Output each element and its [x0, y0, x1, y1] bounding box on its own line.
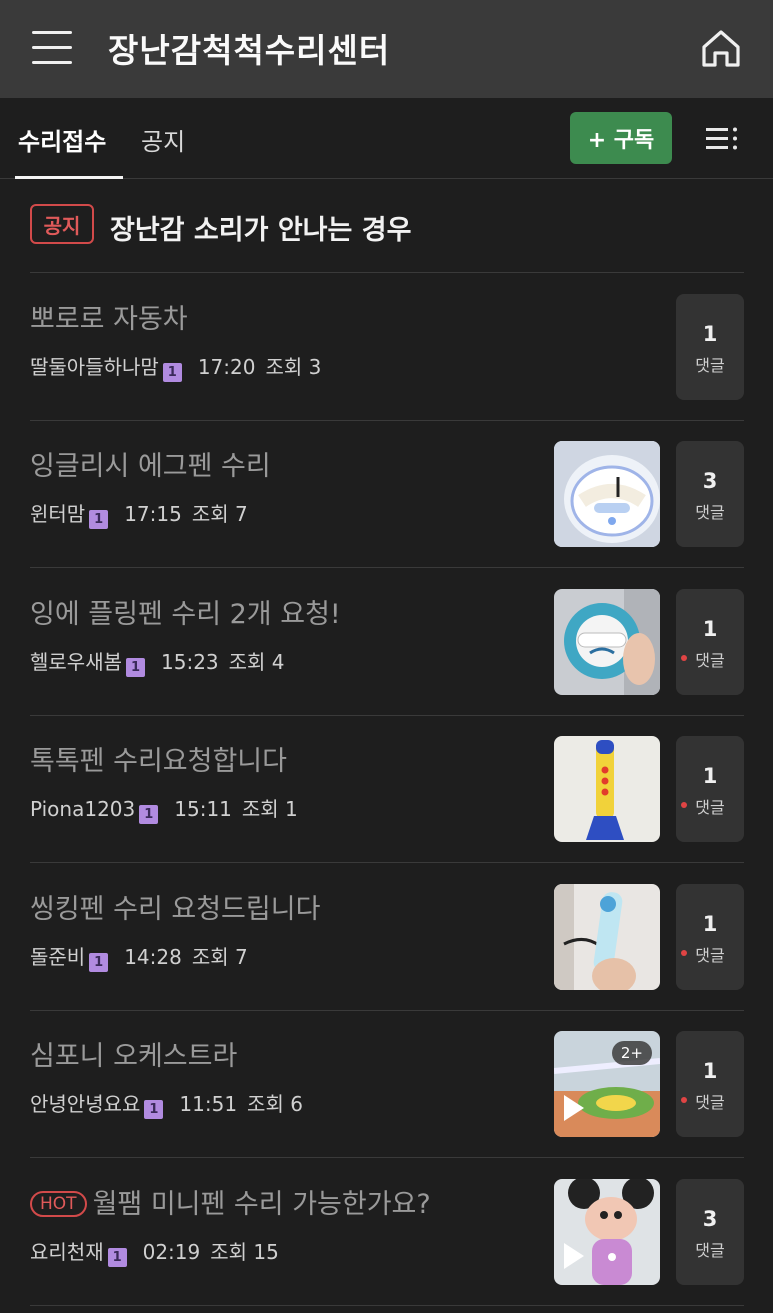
- level-badge: 1: [139, 805, 159, 824]
- comment-count-box[interactable]: 1 댓글: [676, 589, 744, 695]
- post-thumbnail[interactable]: [554, 589, 660, 695]
- more-images-badge: 2+: [611, 1041, 652, 1065]
- level-badge: 1: [89, 510, 109, 529]
- post-thumbnail[interactable]: [554, 1179, 660, 1285]
- notice-badge: 공지: [30, 204, 94, 244]
- post-row[interactable]: 뽀로로 자동차 딸둘아들하나맘 1 17:20 조회 3 1 댓글: [30, 273, 744, 421]
- post-meta: 돌준비 1 14:28 조회 7: [30, 941, 248, 972]
- comment-label: 댓글: [695, 356, 725, 375]
- post-title: HOT 월팸 미니펜 수리 가능한가요?: [30, 1182, 431, 1221]
- active-tab-indicator: [15, 176, 123, 179]
- author-name: 안녕안녕요요: [30, 1092, 141, 1116]
- post-time: 15:23: [161, 650, 219, 674]
- view-count: 조회 6: [247, 1092, 303, 1116]
- author-name: 요리천재: [30, 1240, 104, 1264]
- post-time: 17:15: [124, 502, 182, 526]
- post-meta: 윈터맘 1 17:15 조회 7: [30, 498, 248, 529]
- level-badge: 1: [89, 953, 109, 972]
- post-thumbnail[interactable]: 2+: [554, 1031, 660, 1137]
- post-title: 톡톡펜 수리요청합니다: [30, 746, 287, 777]
- post-title: 씽킹펜 수리 요청드립니다: [30, 894, 321, 925]
- comment-count-box[interactable]: 3 댓글: [676, 441, 744, 547]
- tab-repair-request[interactable]: 수리접수: [18, 122, 106, 157]
- post-thumbnail[interactable]: [554, 736, 660, 842]
- post-row[interactable]: 심포니 오케스트라 안녕안녕요요 1 11:51 조회 6 2+ 1 댓글: [30, 1010, 744, 1158]
- author-name: 윈터맘: [30, 502, 86, 526]
- view-count: 조회 1: [241, 797, 298, 821]
- post-time: 14:28: [124, 945, 182, 969]
- post-row[interactable]: 톡톡펜 수리요청합니다 Piona1203 1 15:11 조회 1 1 댓글: [30, 715, 744, 863]
- comment-count-box[interactable]: 1 댓글: [676, 1031, 744, 1137]
- post-meta: 딸둘아들하나맘 1 17:20 조회 3: [30, 351, 321, 382]
- post-row[interactable]: 잉에 플링펜 수리 2개 요청! 헬로우새봄 1 15:23 조회 4 1 댓글: [30, 568, 744, 716]
- comment-count-box[interactable]: 3 댓글: [676, 1179, 744, 1285]
- menu-icon[interactable]: [32, 31, 72, 65]
- author-name: Piona1203: [30, 797, 136, 821]
- comment-label: 댓글: [695, 798, 725, 817]
- level-badge: 1: [162, 363, 182, 382]
- comment-count: 1: [702, 764, 718, 788]
- view-count: 조회 7: [191, 502, 248, 526]
- comment-label: 댓글: [695, 1093, 725, 1112]
- hot-badge: HOT: [30, 1191, 87, 1217]
- comment-count: 3: [702, 469, 718, 493]
- post-title: 잉글리시 에그펜 수리: [30, 451, 271, 482]
- view-count: 조회 4: [228, 650, 285, 674]
- comment-count-box[interactable]: 1 댓글: [676, 294, 744, 400]
- comment-label: 댓글: [695, 1241, 725, 1260]
- view-count: 조회 15: [210, 1240, 279, 1264]
- comment-count: 3: [702, 1207, 718, 1231]
- post-meta: 안녕안녕요요 1 11:51 조회 6: [30, 1088, 303, 1119]
- comment-count: 1: [702, 912, 718, 936]
- page-title: 장난감척척수리센터: [108, 31, 391, 70]
- post-title-text: 월팸 미니펜 수리 가능한가요?: [92, 1189, 431, 1220]
- view-count: 조회 7: [191, 945, 248, 969]
- home-icon[interactable]: [699, 26, 743, 70]
- post-row[interactable]: HOT 월팸 미니펜 수리 가능한가요? 요리천재 1 02:19 조회 15 3 댓글: [30, 1158, 744, 1306]
- post-title: 잉에 플링펜 수리 2개 요청!: [30, 599, 341, 630]
- post-title: 심포니 오케스트라: [30, 1041, 238, 1072]
- comment-label: 댓글: [695, 503, 725, 522]
- level-badge: 1: [107, 1248, 127, 1267]
- play-icon: [564, 1095, 584, 1121]
- subscribe-button[interactable]: + 구독: [570, 112, 672, 164]
- post-row[interactable]: 씽킹펜 수리 요청드립니다 돌준비 1 14:28 조회 7 1 댓글: [30, 863, 744, 1011]
- app-bar: 장난감척척수리센터: [0, 0, 773, 98]
- post-thumbnail[interactable]: [554, 884, 660, 990]
- author-name: 헬로우새봄: [30, 650, 122, 674]
- comment-count: 1: [702, 617, 718, 641]
- post-time: 17:20: [197, 355, 256, 379]
- comment-count-box[interactable]: 1 댓글: [676, 884, 744, 990]
- post-time: 11:51: [179, 1092, 238, 1116]
- notice-row[interactable]: 공지 장난감 소리가 안나는 경우: [30, 180, 744, 273]
- author-name: 돌준비: [30, 945, 86, 969]
- notice-title: 장난감 소리가 안나는 경우: [110, 215, 412, 246]
- list-view-icon[interactable]: [706, 126, 738, 152]
- post-row[interactable]: 잉글리시 에그펜 수리 윈터맘 1 17:15 조회 7 3 댓글: [30, 420, 744, 568]
- post-meta: 헬로우새봄 1 15:23 조회 4: [30, 646, 285, 677]
- comment-count: 1: [702, 1059, 718, 1083]
- tab-notice[interactable]: 공지: [141, 122, 185, 157]
- level-badge: 1: [126, 658, 145, 677]
- post-time: 15:11: [174, 797, 232, 821]
- author-name: 딸둘아들하나맘: [30, 355, 159, 379]
- comment-count-box[interactable]: 1 댓글: [676, 736, 744, 842]
- post-meta: 요리천재 1 02:19 조회 15: [30, 1236, 279, 1267]
- level-badge: 1: [144, 1100, 164, 1119]
- comment-label: 댓글: [695, 946, 725, 965]
- post-time: 02:19: [142, 1240, 201, 1264]
- comment-label: 댓글: [695, 651, 725, 670]
- comment-count: 1: [702, 322, 718, 346]
- play-icon: [564, 1243, 584, 1269]
- post-title: 뽀로로 자동차: [30, 304, 188, 335]
- post-meta: Piona1203 1 15:11 조회 1: [30, 793, 298, 824]
- post-thumbnail[interactable]: [554, 441, 660, 547]
- view-count: 조회 3: [265, 355, 322, 379]
